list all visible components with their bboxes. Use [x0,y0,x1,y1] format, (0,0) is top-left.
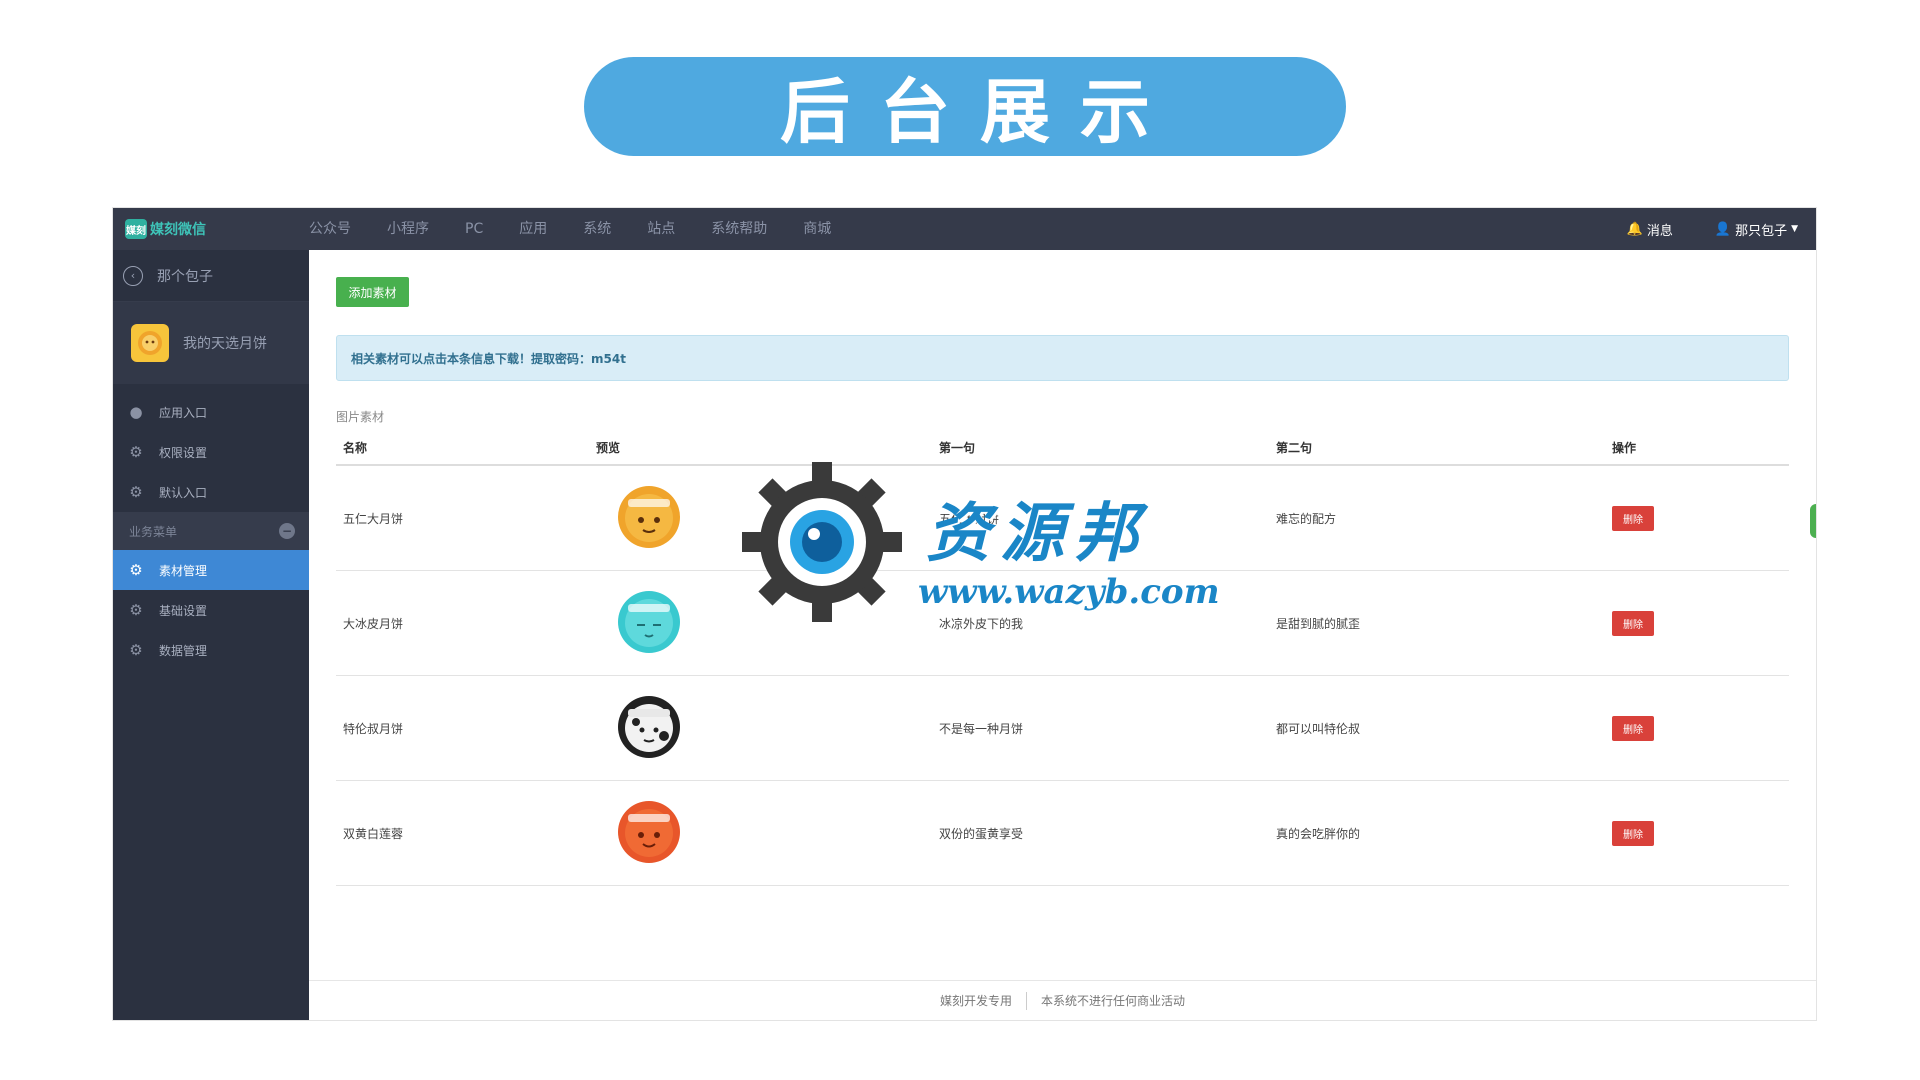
admin-app: 媒刻 媒刻微信 公众号 小程序 PC 应用 系统 站点 系统帮助 商城 🔔 消息… [113,208,1816,1020]
nav-item-system[interactable]: 系统 [565,208,629,250]
top-right: 🔔 消息 👤 那只包子 ▼ [1585,220,1816,239]
sidebar-back[interactable]: ‹ 那个包子 [113,250,309,302]
cell-first-line: 双份的蛋黄享受 [939,826,1024,841]
footer-right: 本系统不进行任何商业活动 [1041,994,1186,1008]
table-row: 特伦叔月饼 不是每一种月饼 都可以叫特伦叔 删除 [336,676,1789,781]
sidebar-item-label: 素材管理 [159,563,208,578]
sidebar-item-permissions[interactable]: ⚙ 权限设置 [113,432,309,472]
top-navbar: 媒刻 媒刻微信 公众号 小程序 PC 应用 系统 站点 系统帮助 商城 🔔 消息… [113,208,1816,250]
logo-badge-icon: 媒刻 [125,219,147,239]
nav-item-pc[interactable]: PC [447,208,501,250]
user-menu[interactable]: 👤 那只包子 ▼ [1715,220,1802,239]
cell-name: 特伦叔月饼 [343,721,404,736]
sidebar-section-label: 业务菜单 [129,524,178,539]
sidebar-item-label: 权限设置 [159,445,208,460]
logo-text: 媒刻微信 [150,222,206,238]
footer: 媒刻开发专用 本系统不进行任何商业活动 [309,980,1816,1020]
cell-second-line: 是甜到腻的腻歪 [1276,616,1361,631]
footer-left: 媒刻开发专用 [939,994,1012,1008]
nav-item-sites[interactable]: 站点 [629,208,693,250]
column-header-first-line: 第一句 [939,440,976,455]
gear-icon: ⚙ [129,601,143,619]
sidebar-item-app-entry[interactable]: ● 应用入口 [113,392,309,432]
caret-down-icon: ▼ [1791,224,1798,234]
sidebar-item-label: 应用入口 [159,405,208,420]
nav-item-help[interactable]: 系统帮助 [693,208,785,250]
gear-icon: ⚙ [129,483,143,501]
cell-first-line: 冰凉外皮下的我 [939,616,1024,631]
column-header-preview: 预览 [596,440,621,455]
top-nav: 公众号 小程序 PC 应用 系统 站点 系统帮助 商城 [309,208,849,250]
cell-name: 双黄白莲蓉 [343,826,404,841]
cell-first-line: 不是每一种月饼 [939,721,1024,736]
mooncake-thumbnail [618,485,680,548]
nav-item-mall[interactable]: 商城 [785,208,849,250]
alert-text: 相关素材可以点击本条信息下载！提取密码：m54t [351,351,626,366]
table-row: 大冰皮月饼 冰凉外皮下的我 是甜到腻的腻歪 删除 [336,571,1789,676]
cell-second-line: 真的会吃胖你的 [1276,826,1361,841]
mooncake-icon [138,331,162,355]
sidebar-item-label: 基础设置 [159,603,208,618]
delete-button[interactable]: 删除 [1612,505,1654,531]
nav-item-apps[interactable]: 应用 [501,208,565,250]
cell-name: 五仁大月饼 [343,511,404,526]
side-handle[interactable] [1810,504,1816,538]
account-avatar [131,324,169,362]
delete-button[interactable]: 删除 [1612,610,1654,636]
gear-icon: ⚙ [129,641,143,659]
user-name: 那只包子 [1735,223,1788,239]
sidebar-item-label: 默认入口 [159,485,208,500]
cell-second-line: 都可以叫特伦叔 [1276,721,1361,736]
sidebar-item-basic-settings[interactable]: ⚙ 基础设置 [113,590,309,630]
gear-icon: ⚙ [129,443,143,461]
sidebar-account[interactable]: 我的天选月饼 [113,302,309,384]
materials-table: 名称 预览 第一句 第二句 操作 五仁大月饼 五仁大月饼 难忘的配方 删除 大冰… [336,430,1789,886]
download-alert[interactable]: 相关素材可以点击本条信息下载！提取密码：m54t [336,335,1789,381]
user-icon: 👤 [1714,221,1732,237]
table-row: 双黄白莲蓉 双份的蛋黄享受 真的会吃胖你的 删除 [336,781,1789,886]
column-header-actions: 操作 [1612,440,1637,455]
section-label: 图片素材 [336,410,385,424]
mooncake-thumbnail [618,695,680,758]
messages-link[interactable]: 🔔 消息 [1627,220,1673,239]
account-name: 我的天选月饼 [183,336,267,352]
main-content: 添加素材 相关素材可以点击本条信息下载！提取密码：m54t 图片素材 名称 预览… [309,250,1816,1020]
mooncake-thumbnail [618,590,680,653]
sidebar-item-materials[interactable]: ⚙ 素材管理 [113,550,309,590]
banner-title: 后台展示 [780,71,1180,153]
mooncake-thumbnail [618,800,680,863]
table-header: 名称 预览 第一句 第二句 操作 [336,430,1789,466]
cell-first-line: 五仁大月饼 [939,511,1000,526]
add-material-button[interactable]: 添加素材 [336,277,409,307]
sidebar-section-business[interactable]: 业务菜单 − [113,512,309,550]
collapse-icon[interactable]: − [279,523,295,539]
gear-icon: ⚙ [129,561,143,579]
column-header-second-line: 第二句 [1276,440,1313,455]
bell-icon: 🔔 [1626,221,1643,237]
delete-button[interactable]: 删除 [1612,820,1654,846]
sidebar: ‹ 那个包子 我的天选月饼 ● 应用入口 ⚙ 权限设置 ⚙ 默认入口 业务菜单 … [113,250,309,1020]
cell-second-line: 难忘的配方 [1276,511,1337,526]
cell-name: 大冰皮月饼 [343,616,404,631]
back-arrow-icon: ‹ [123,265,143,286]
sidebar-item-data-management[interactable]: ⚙ 数据管理 [113,630,309,670]
column-header-name: 名称 [343,440,368,455]
table-row: 五仁大月饼 五仁大月饼 难忘的配方 删除 [336,466,1789,571]
nav-item-gongzhonghao[interactable]: 公众号 [309,208,369,250]
messages-label: 消息 [1646,223,1673,239]
delete-button[interactable]: 删除 [1612,715,1654,741]
sidebar-item-label: 数据管理 [159,643,208,658]
logo[interactable]: 媒刻 媒刻微信 [113,208,309,250]
chat-icon: ● [129,403,143,421]
sidebar-item-default-entry[interactable]: ⚙ 默认入口 [113,472,309,512]
sidebar-back-label: 那个包子 [157,268,213,285]
nav-item-miniprogram[interactable]: 小程序 [369,208,447,250]
footer-divider [1026,991,1027,1010]
banner: 后台展示 [584,57,1346,156]
